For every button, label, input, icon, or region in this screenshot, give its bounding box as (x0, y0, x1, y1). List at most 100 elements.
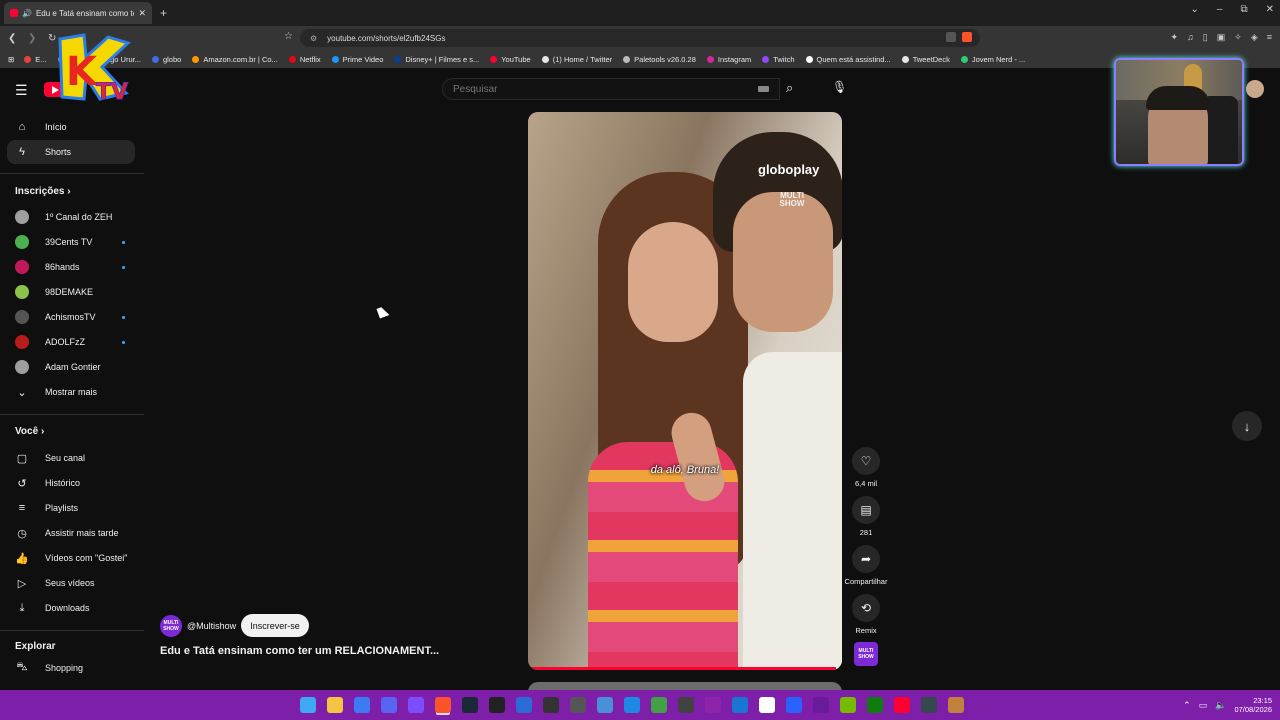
sidebar-item-playlists[interactable]: ≡ Playlists (7, 496, 135, 520)
windows-start-icon[interactable] (300, 697, 316, 713)
nvidia-icon[interactable] (840, 697, 856, 713)
restore-button[interactable]: ⧉ (1240, 4, 1247, 15)
subscribe-button[interactable]: Inscrever-se (241, 614, 309, 637)
sidebar-channel-86hands[interactable]: 86hands (7, 255, 135, 279)
bookmark-item[interactable]: Amazon.com.br | Co... (192, 55, 278, 64)
close-window-button[interactable]: ✕ (1266, 4, 1274, 15)
bookmark-item[interactable]: Disney+ | Filmes e s... (394, 55, 479, 64)
app-icon[interactable] (759, 697, 775, 713)
app-icon[interactable] (408, 697, 424, 713)
url-text[interactable]: youtube.com/shorts/el2ufb24SGs (327, 34, 445, 43)
brave-shields-icon[interactable] (962, 32, 972, 42)
volume-icon[interactable]: 🔈 (1215, 700, 1226, 711)
bookmark-item[interactable]: E... (24, 55, 47, 64)
browser-icon[interactable] (354, 697, 370, 713)
bookmark-item[interactable]: YouTube (490, 55, 531, 64)
microphone-icon[interactable]: 🎙 (832, 80, 847, 98)
chevron-up-icon[interactable]: ⌃ (1183, 700, 1191, 711)
channel-thumbnail[interactable]: MULTI SHOW (854, 642, 878, 666)
subscriptions-heading[interactable]: Inscrições › (15, 186, 71, 197)
app-icon[interactable] (948, 697, 964, 713)
next-video-button[interactable]: ↓ (1232, 411, 1262, 441)
bookmark-item[interactable]: Paletools v26.0.28 (623, 55, 696, 64)
sidebar-channel-achismostv[interactable]: AchismosTV (7, 305, 135, 329)
extensions-icon[interactable]: ✦ (1171, 32, 1179, 43)
ai-icon[interactable]: ✧ (1234, 32, 1242, 43)
sidebar-item-videos-com-gostei[interactable]: 👍 Vídeos com "Gostei" (7, 546, 135, 570)
sidebar-channel-1-canal-do-zeh[interactable]: 1º Canal do ZEH (7, 205, 135, 229)
browser-tab[interactable]: 🔊 Edu e Tatá ensinam como ter ✕ (4, 2, 152, 24)
speaker-icon[interactable]: 🔊 (22, 9, 32, 18)
apps-grid-icon[interactable]: ⊞ (8, 55, 14, 64)
bookmark-icon[interactable]: ☆ (284, 31, 293, 42)
bookmark-item[interactable]: (1) Home / Twitter (541, 55, 612, 64)
bookmark-item[interactable]: Netflix (288, 55, 321, 64)
network-icon[interactable]: ▭ (1199, 700, 1208, 711)
profile-avatar[interactable] (1246, 80, 1264, 98)
menu-icon[interactable]: ≡ (1267, 32, 1272, 43)
brave-icon[interactable] (435, 697, 451, 713)
address-bar[interactable]: ⚙ youtube.com/shorts/el2ufb24SGs (300, 29, 980, 47)
like-button[interactable]: ♡ (852, 447, 880, 475)
bookmark-item[interactable]: Jovem Nerd - ... (960, 55, 1025, 64)
sidebar-item-inicio[interactable]: ⌂ Início (7, 115, 135, 139)
xbox-icon[interactable] (867, 697, 883, 713)
sidebar-channel-98demake[interactable]: 98DEMAKE (7, 280, 135, 304)
bookmark-item[interactable]: TweetDeck (901, 55, 950, 64)
bookmark-item[interactable]: Quem está assistind... (805, 55, 891, 64)
hamburger-menu-icon[interactable]: ☰ (15, 82, 28, 99)
app-icon[interactable] (570, 697, 586, 713)
cast-icon[interactable] (946, 32, 956, 42)
video-title[interactable]: Edu e Tatá ensinam como ter um RELACIONA… (160, 645, 439, 657)
wallet-icon[interactable]: ▣ (1217, 32, 1226, 43)
you-heading[interactable]: Você › (15, 426, 44, 437)
bookmark-item[interactable]: Instagram (706, 55, 751, 64)
music-icon[interactable]: ♫ (1187, 32, 1194, 43)
short-video-player[interactable]: globoplay MULTI SHOW da alô, Bruna! (528, 112, 842, 670)
comments-button[interactable]: ▤ (852, 496, 880, 524)
app-icon[interactable] (543, 697, 559, 713)
sidebar-icon[interactable]: ▯ (1203, 32, 1208, 43)
search-input[interactable] (453, 83, 753, 95)
forward-icon[interactable]: ❯ (28, 33, 40, 44)
minimize-button[interactable]: – (1217, 4, 1223, 15)
app-icon[interactable] (624, 697, 640, 713)
bookmark-item[interactable]: Prime Video (331, 55, 383, 64)
sidebar-item-historico[interactable]: ↺ Histórico (7, 471, 135, 495)
sidebar-channel-adam-gontier[interactable]: Adam Gontier (7, 355, 135, 379)
sidebar-item-downloads[interactable]: ⤓ Downloads (7, 596, 135, 620)
discord-icon[interactable] (381, 697, 397, 713)
steam-icon[interactable] (462, 697, 478, 713)
sidebar-item-seus-videos[interactable]: ▷ Seus vídeos (7, 571, 135, 595)
clock[interactable]: 23:15 07/08/2026 (1234, 696, 1272, 714)
site-settings-icon[interactable]: ⚙ (310, 34, 317, 43)
app-icon[interactable] (516, 697, 532, 713)
app-icon[interactable] (732, 697, 748, 713)
channel-handle[interactable]: @Multishow (187, 621, 236, 631)
sidebar-item-shopping[interactable]: ⛍ Shopping (7, 656, 135, 680)
search-icon[interactable]: ⌕ (786, 80, 793, 96)
close-tab-icon[interactable]: ✕ (138, 8, 146, 19)
app-icon[interactable] (678, 697, 694, 713)
video-progress-bar[interactable] (528, 667, 842, 670)
remix-button[interactable]: ⟲ (852, 594, 880, 622)
sidebar-item-assistir-mais-tarde[interactable]: ◷ Assistir mais tarde (7, 521, 135, 545)
share-button[interactable]: ➦ (852, 545, 880, 573)
search-box[interactable] (442, 78, 780, 100)
app-icon[interactable] (786, 697, 802, 713)
file-explorer-icon[interactable] (327, 697, 343, 713)
keyboard-icon[interactable] (758, 86, 769, 92)
sidebar-item-show-more[interactable]: ⌄ Mostrar mais (7, 380, 135, 404)
tab-search-icon[interactable]: ⌄ (1191, 4, 1199, 15)
back-icon[interactable]: ❮ (8, 33, 20, 44)
youtube-music-icon[interactable] (894, 697, 910, 713)
sidebar-channel-39cents-tv[interactable]: 39Cents TV (7, 230, 135, 254)
sidebar-channel-adolfzz[interactable]: ADOLFzZ (7, 330, 135, 354)
app-icon[interactable] (813, 697, 829, 713)
bookmark-item[interactable]: globo (151, 55, 181, 64)
bookmark-item[interactable]: Twitch (762, 55, 795, 64)
terminal-icon[interactable] (489, 697, 505, 713)
app-icon[interactable] (651, 697, 667, 713)
sidebar-item-shorts[interactable]: ϟ Shorts (7, 140, 135, 164)
new-tab-button[interactable]: + (160, 6, 167, 20)
